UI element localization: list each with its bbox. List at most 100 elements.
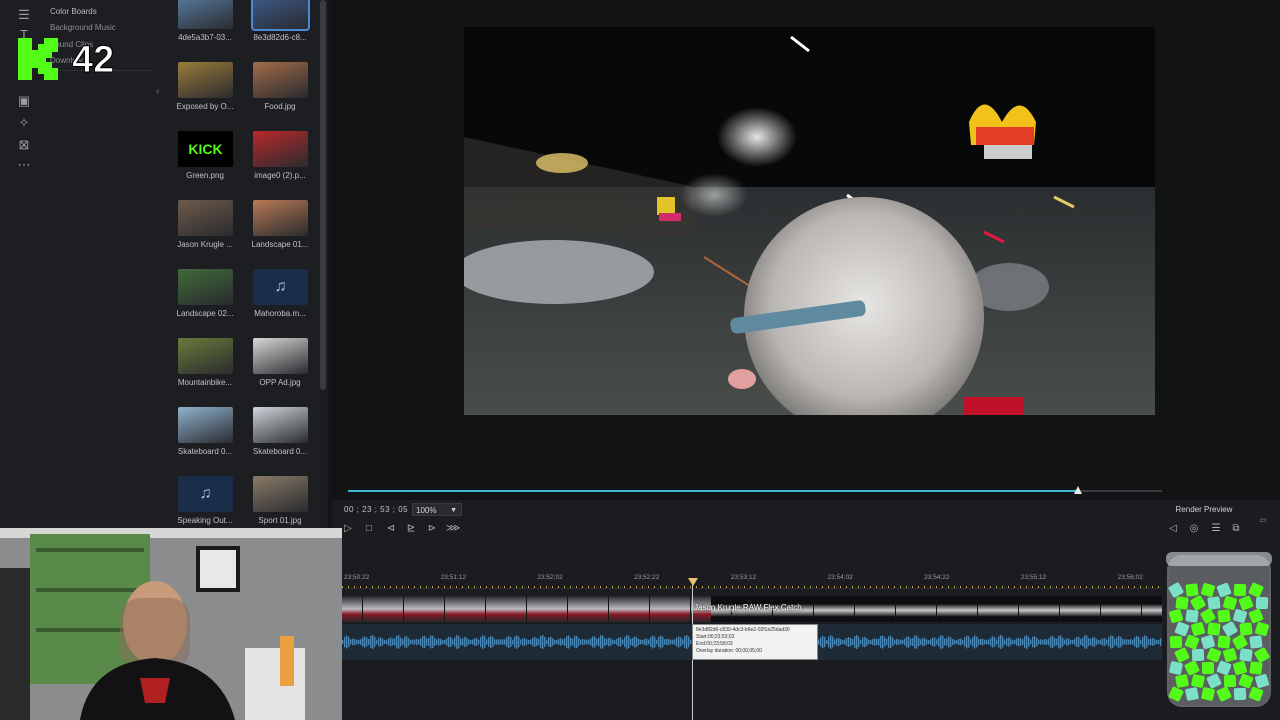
waveform-bar xyxy=(608,637,610,647)
waveform-bar xyxy=(1064,639,1066,645)
ruler-tick-label: 23;52;02 xyxy=(537,574,563,581)
waveform-bar xyxy=(866,638,868,646)
waveform-bar xyxy=(1024,636,1026,648)
media-thumbnail[interactable]: KICK xyxy=(178,131,233,167)
waveform-bar xyxy=(924,638,926,646)
waveform-bar xyxy=(410,639,412,645)
media-thumbnail[interactable] xyxy=(253,131,308,167)
kick-text: KICK xyxy=(188,141,223,157)
waveform-bar xyxy=(860,639,862,645)
waveform-bar xyxy=(884,637,886,647)
waveform-bar xyxy=(906,636,908,648)
fast-forward-icon[interactable]: ⊳ xyxy=(425,522,439,536)
waveform-bar xyxy=(1002,636,1004,648)
waveform-bar xyxy=(432,635,434,649)
media-thumbnail[interactable] xyxy=(253,200,308,236)
waveform-bar xyxy=(588,639,590,645)
waveform-bar xyxy=(1028,636,1030,648)
waveform-bar xyxy=(664,639,666,645)
skip-end-icon[interactable]: ⋙ xyxy=(446,522,460,536)
video-frame-thumb xyxy=(608,596,629,622)
render-preview-button[interactable]: Render Preview xyxy=(1168,503,1240,517)
waveform-bar xyxy=(954,639,956,645)
scrubber-handle[interactable] xyxy=(1074,486,1082,494)
waveform-bar xyxy=(964,637,966,647)
video-frame-thumb xyxy=(649,596,670,622)
waveform-bar xyxy=(436,639,438,645)
media-thumbnail[interactable] xyxy=(178,62,233,98)
waveform-bar xyxy=(484,636,486,648)
waveform-bar xyxy=(830,635,832,649)
waveform-bar xyxy=(958,638,960,646)
transition-icon[interactable]: ⊠ xyxy=(16,138,32,152)
media-thumbnail[interactable] xyxy=(253,407,308,443)
waveform-bar xyxy=(572,638,574,646)
waveform-bar xyxy=(902,639,904,645)
video-frame-thumb xyxy=(1121,596,1141,622)
volume-icon[interactable]: ◁ xyxy=(1166,522,1180,536)
waveform-bar xyxy=(824,636,826,648)
waveform-bar xyxy=(450,637,452,647)
video-frame-thumb xyxy=(957,596,977,622)
waveform-bar xyxy=(528,639,530,645)
play-icon[interactable]: ▷ xyxy=(341,522,355,536)
waveform-bar xyxy=(1014,639,1016,645)
undock-icon[interactable]: ⧉ xyxy=(1229,522,1243,536)
media-thumbnail[interactable] xyxy=(178,407,233,443)
waveform-bar xyxy=(564,638,566,646)
waveform-bar xyxy=(1118,635,1120,649)
aspect-ratio-icon[interactable]: ▭ xyxy=(1256,514,1270,528)
media-thumbnail[interactable] xyxy=(178,0,233,29)
zoom-select[interactable]: 100% ▼ xyxy=(412,503,462,516)
waveform-bar xyxy=(422,636,424,648)
particle-icon[interactable]: ✧ xyxy=(16,116,32,130)
waveform-bar xyxy=(630,638,632,646)
media-thumbnail[interactable]: ♫ xyxy=(253,269,308,305)
media-thumbnail[interactable] xyxy=(178,200,233,236)
waveform-bar xyxy=(870,639,872,645)
media-thumbnail[interactable] xyxy=(253,338,308,374)
preview-scrubber-progress[interactable] xyxy=(348,490,1078,492)
category-color-boards[interactable]: Color Boards xyxy=(50,7,97,16)
waveform-bar xyxy=(826,639,828,645)
preview-scrubber-remaining[interactable] xyxy=(1078,490,1162,492)
more-icon[interactable]: ⋯ xyxy=(16,158,32,172)
previous-frame-icon[interactable]: ⊲ xyxy=(384,522,398,536)
timecode-display[interactable]: 00 ; 23 ; 53 ; 05 xyxy=(344,505,408,514)
media-thumbnail[interactable] xyxy=(178,338,233,374)
waveform-bar xyxy=(530,639,532,645)
stop-icon[interactable]: □ xyxy=(362,522,376,536)
waveform-bar xyxy=(454,637,456,647)
library-scrollbar[interactable] xyxy=(320,0,326,390)
waveform-bar xyxy=(1040,639,1042,645)
kick-token xyxy=(1175,596,1189,610)
kick-token xyxy=(1191,648,1205,662)
settings-icon[interactable]: ☰ xyxy=(1209,522,1223,536)
collapse-panel-icon[interactable]: ‹ xyxy=(156,86,168,100)
media-thumbnail[interactable] xyxy=(253,476,308,512)
media-thumbnail[interactable] xyxy=(251,0,310,31)
waveform-bar xyxy=(392,638,394,646)
waveform-bar xyxy=(378,637,380,647)
waveform-bar xyxy=(420,638,422,646)
waveform-bar xyxy=(922,637,924,647)
waveform-bar xyxy=(404,636,406,648)
snapshot-icon[interactable]: ◎ xyxy=(1187,522,1201,536)
waveform-bar xyxy=(896,638,898,646)
waveform-bar xyxy=(652,635,654,649)
next-frame-icon[interactable]: ⊵ xyxy=(404,522,418,536)
playhead-marker[interactable] xyxy=(688,578,698,586)
waveform-bar xyxy=(558,639,560,645)
waveform-bar xyxy=(974,635,976,649)
waveform-bar xyxy=(536,638,538,646)
media-thumbnail[interactable] xyxy=(178,269,233,305)
media-thumbnail[interactable]: ♫ xyxy=(178,476,233,512)
waveform-bar xyxy=(1098,639,1100,645)
waveform-bar xyxy=(358,639,360,645)
waveform-bar xyxy=(952,638,954,646)
video-frame-thumb xyxy=(526,596,547,622)
media-thumbnail[interactable] xyxy=(253,62,308,98)
category-background-music[interactable]: Background Music xyxy=(50,23,116,32)
menu-icon[interactable]: ☰ xyxy=(16,8,32,22)
pip-icon[interactable]: ▣ xyxy=(16,94,32,108)
